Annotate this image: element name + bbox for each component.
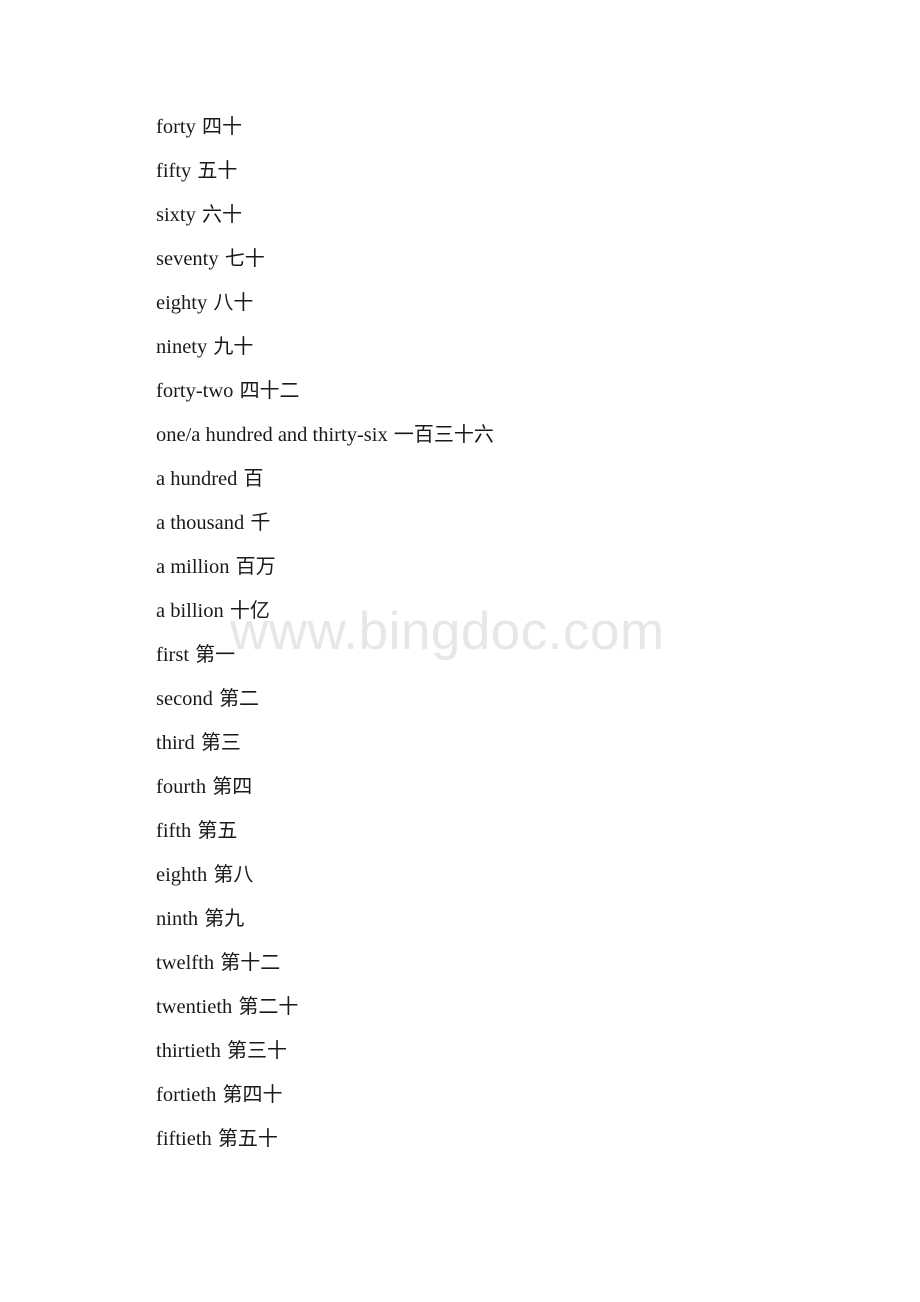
vocab-term-english: ninety xyxy=(156,336,208,358)
vocab-line: eighth 第八 xyxy=(156,852,856,896)
vocab-term-english: one/a hundred and thirty-six xyxy=(156,424,388,446)
vocab-term-english: ninth xyxy=(156,908,199,930)
vocab-term-chinese: 五十 xyxy=(197,158,238,182)
vocab-line: ninth 第九 xyxy=(156,896,856,940)
vocab-term-chinese: 四十二 xyxy=(239,378,300,402)
vocab-term-chinese: 六十 xyxy=(202,202,242,226)
vocab-term-english: eighty xyxy=(156,292,208,314)
vocab-term-english: second xyxy=(156,688,213,710)
vocab-term-chinese: 第九 xyxy=(204,906,245,930)
vocab-line: eighty 八十 xyxy=(156,280,856,324)
vocab-line: second 第二 xyxy=(156,676,856,720)
vocab-line: first 第一 xyxy=(156,632,856,676)
vocab-line: third 第三 xyxy=(156,720,856,764)
vocab-line: seventy 七十 xyxy=(156,236,856,280)
vocab-term-chinese: 第五 xyxy=(197,818,238,842)
vocab-term-chinese: 千 xyxy=(250,510,271,534)
vocab-term-chinese: 第二 xyxy=(219,686,260,710)
vocab-term-chinese: 一百三十六 xyxy=(393,422,494,446)
vocab-line: fortieth 第四十 xyxy=(156,1072,856,1116)
vocab-line: fifth 第五 xyxy=(156,808,856,852)
vocab-term-english: a billion xyxy=(156,600,224,622)
vocab-line: one/a hundred and thirty-six 一百三十六 xyxy=(156,412,856,456)
vocab-term-chinese: 八十 xyxy=(213,290,254,314)
vocab-term-chinese: 百 xyxy=(243,466,264,490)
vocab-term-english: first xyxy=(156,644,190,666)
vocab-line: thirtieth 第三十 xyxy=(156,1028,856,1072)
vocab-term-english: a million xyxy=(156,556,230,578)
vocab-term-english: third xyxy=(156,732,195,754)
vocab-term-chinese: 第一 xyxy=(195,642,236,666)
vocab-line: forty 四十 xyxy=(156,104,856,148)
vocab-term-english: fiftieth xyxy=(156,1128,212,1150)
vocab-term-chinese: 七十 xyxy=(224,246,265,270)
vocab-line: twentieth 第二十 xyxy=(156,984,856,1028)
vocab-line: fourth 第四 xyxy=(156,764,856,808)
vocab-line: ninety 九十 xyxy=(156,324,856,368)
vocab-term-chinese: 第二十 xyxy=(238,994,299,1018)
vocab-term-english: fortieth xyxy=(156,1084,217,1106)
vocab-line: a hundred 百 xyxy=(156,456,856,500)
document-page: www.bingdoc.com forty 四十 fifty 五十 sixty 六十… xyxy=(0,0,920,1302)
vocab-term-chinese: 第四十 xyxy=(222,1082,283,1106)
vocab-line: fifty 五十 xyxy=(156,148,856,192)
vocab-term-english: forty xyxy=(156,116,196,138)
vocab-line: a billion 十亿 xyxy=(156,588,856,632)
vocab-term-chinese: 第八 xyxy=(213,862,254,886)
vocab-line: sixty 六十 xyxy=(156,192,856,236)
vocab-term-chinese: 第三十 xyxy=(227,1038,288,1062)
vocab-term-chinese: 十亿 xyxy=(229,598,270,622)
vocab-term-english: fifth xyxy=(156,820,192,842)
vocab-term-english: twelfth xyxy=(156,952,215,974)
vocab-term-english: a thousand xyxy=(156,512,245,534)
vocab-term-english: fourth xyxy=(156,776,207,798)
vocab-term-chinese: 第三 xyxy=(200,730,241,754)
vocab-line: a million 百万 xyxy=(156,544,856,588)
vocab-line: forty-two 四十二 xyxy=(156,368,856,412)
vocab-line: a thousand 千 xyxy=(156,500,856,544)
vocab-term-chinese: 第四 xyxy=(212,774,253,798)
vocab-term-chinese: 百万 xyxy=(235,554,276,578)
vocab-term-english: eighth xyxy=(156,864,208,886)
vocab-term-chinese: 第十二 xyxy=(220,950,281,974)
vocab-term-english: seventy xyxy=(156,248,219,270)
vocab-term-english: forty-two xyxy=(156,380,234,402)
vocab-term-english: a hundred xyxy=(156,468,238,490)
vocab-term-english: sixty xyxy=(156,204,196,226)
vocab-term-english: thirtieth xyxy=(156,1040,221,1062)
vocab-line: fiftieth 第五十 xyxy=(156,1116,856,1160)
vocab-term-chinese: 九十 xyxy=(213,334,254,358)
vocab-term-english: fifty xyxy=(156,160,192,182)
vocab-line: twelfth 第十二 xyxy=(156,940,856,984)
vocab-term-chinese: 第五十 xyxy=(217,1126,278,1150)
vocab-term-chinese: 四十 xyxy=(201,114,242,138)
vocabulary-list: forty 四十 fifty 五十 sixty 六十 seventy 七十 eighty… xyxy=(156,104,856,1160)
vocab-term-english: twentieth xyxy=(156,996,233,1018)
